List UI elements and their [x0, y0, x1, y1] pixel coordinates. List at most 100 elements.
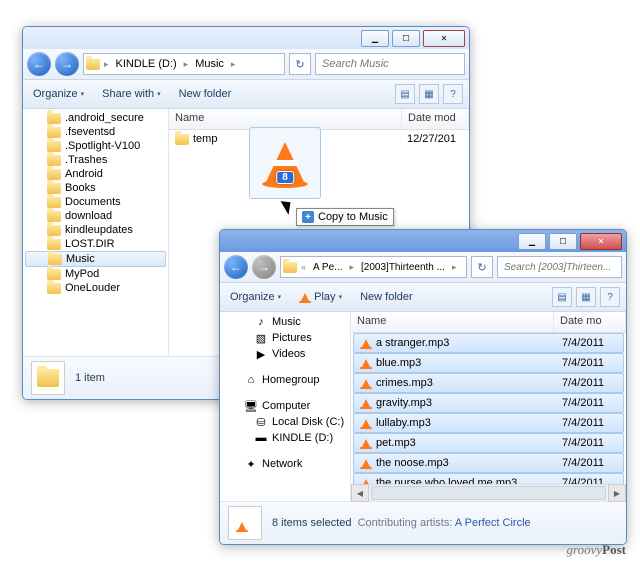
- search-input[interactable]: [502, 261, 617, 274]
- forward-button[interactable]: →: [252, 255, 276, 279]
- minimize-button[interactable]: ▁: [518, 233, 546, 250]
- col-name[interactable]: Name: [351, 312, 554, 332]
- search-box[interactable]: [497, 256, 622, 278]
- titlebar[interactable]: ▁ ☐ ✕: [220, 230, 626, 252]
- music-icon: ♪: [254, 315, 268, 329]
- new-folder-button[interactable]: New folder: [356, 289, 417, 305]
- organize-button[interactable]: Organize▾: [29, 86, 88, 102]
- file-row[interactable]: the noose.mp37/4/2011: [353, 453, 624, 473]
- file-row[interactable]: pet.mp37/4/2011: [353, 433, 624, 453]
- address-bar[interactable]: « A Pe... ▸ [2003]Thirteenth ... ▸: [280, 256, 467, 278]
- file-date: 7/4/2011: [556, 477, 610, 484]
- forward-button[interactable]: →: [55, 52, 79, 76]
- address-bar[interactable]: ▸ KINDLE (D:) ▸ Music ▸: [83, 53, 285, 75]
- maximize-button[interactable]: ☐: [549, 233, 577, 250]
- tree-item-label: .Trashes: [65, 154, 107, 166]
- col-date[interactable]: Date mod: [402, 109, 469, 129]
- tree-item[interactable]: .android_secure: [23, 111, 168, 125]
- file-row[interactable]: crimes.mp37/4/2011: [353, 373, 624, 393]
- col-name[interactable]: Name: [169, 109, 402, 129]
- watermark: groovyPost: [567, 542, 626, 558]
- vlc-cone-icon: [360, 377, 372, 389]
- chevron-right-icon: ▸: [347, 262, 356, 273]
- chevron-right-icon: ▸: [102, 59, 111, 70]
- minimize-button[interactable]: ▁: [361, 30, 389, 47]
- tree-item[interactable]: MyPod: [23, 267, 168, 281]
- folder-icon: [47, 269, 61, 280]
- sidebar-library-pictures[interactable]: ▧Pictures: [220, 330, 350, 346]
- column-header[interactable]: Name Date mo: [351, 312, 626, 333]
- col-date[interactable]: Date mo: [554, 312, 626, 332]
- back-button[interactable]: ←: [224, 255, 248, 279]
- refresh-button[interactable]: ↻: [471, 256, 493, 278]
- sidebar-homegroup[interactable]: ⌂Homegroup: [220, 372, 350, 388]
- file-list[interactable]: a stranger.mp37/4/2011blue.mp37/4/2011cr…: [351, 333, 626, 484]
- titlebar[interactable]: ▁ ☐ ✕: [23, 27, 469, 49]
- search-input[interactable]: [320, 57, 460, 71]
- breadcrumb[interactable]: KINDLE (D:): [113, 58, 180, 70]
- breadcrumb[interactable]: Music: [192, 58, 227, 70]
- refresh-button[interactable]: ↻: [289, 53, 311, 75]
- new-folder-button[interactable]: New folder: [175, 86, 236, 102]
- tree-item[interactable]: Documents: [23, 195, 168, 209]
- tree-item[interactable]: LOST.DIR: [23, 237, 168, 251]
- file-row[interactable]: blue.mp37/4/2011: [353, 353, 624, 373]
- tree-item[interactable]: kindleupdates: [23, 223, 168, 237]
- breadcrumb[interactable]: [2003]Thirteenth ...: [358, 262, 448, 273]
- tree-item[interactable]: OneLouder: [23, 281, 168, 295]
- sidebar-library-videos[interactable]: ▶Videos: [220, 346, 350, 362]
- close-button[interactable]: ✕: [423, 30, 465, 47]
- status-bar: 8 items selected Contributing artists: A…: [220, 501, 626, 544]
- share-with-button[interactable]: Share with▾: [98, 86, 165, 102]
- scroll-thumb[interactable]: [371, 486, 606, 500]
- sidebar-library-music[interactable]: ♪Music: [220, 314, 350, 330]
- help-button[interactable]: ?: [600, 287, 620, 307]
- navigation-tree[interactable]: .android_secure.fseventsd.Spotlight-V100…: [23, 109, 169, 356]
- breadcrumb[interactable]: A Pe...: [310, 262, 345, 273]
- folder-icon: [47, 211, 61, 222]
- sidebar-computer[interactable]: 🖥Computer: [220, 398, 350, 414]
- file-date: 7/4/2011: [556, 397, 610, 409]
- tree-item-label: .Spotlight-V100: [65, 140, 140, 152]
- file-row[interactable]: gravity.mp37/4/2011: [353, 393, 624, 413]
- tree-item-label: Android: [65, 168, 103, 180]
- scroll-left-button[interactable]: ◀: [351, 484, 369, 502]
- preview-pane-button[interactable]: ▦: [419, 84, 439, 104]
- tree-item[interactable]: Books: [23, 181, 168, 195]
- sidebar-drive-c[interactable]: ⛁Local Disk (C:): [220, 414, 350, 430]
- file-row[interactable]: temp12/27/201: [169, 130, 469, 148]
- preview-pane-button[interactable]: ▦: [576, 287, 596, 307]
- tree-item[interactable]: .Spotlight-V100: [23, 139, 168, 153]
- file-row[interactable]: the nurse who loved me.mp37/4/2011: [353, 473, 624, 484]
- play-button[interactable]: Play▾: [295, 289, 346, 305]
- tree-item[interactable]: Music: [25, 251, 166, 267]
- tree-item[interactable]: .fseventsd: [23, 125, 168, 139]
- view-button[interactable]: ▤: [552, 287, 572, 307]
- scroll-right-button[interactable]: ▶: [608, 484, 626, 502]
- tree-item[interactable]: download: [23, 209, 168, 223]
- tree-item[interactable]: .Trashes: [23, 153, 168, 167]
- file-row[interactable]: lullaby.mp37/4/2011: [353, 413, 624, 433]
- tree-item[interactable]: Android: [23, 167, 168, 181]
- file-date: 12/27/201: [401, 133, 462, 145]
- organize-button[interactable]: Organize▾: [226, 289, 285, 305]
- computer-icon: 🖥: [244, 399, 258, 413]
- folder-icon: [47, 155, 61, 166]
- file-row[interactable]: a stranger.mp37/4/2011: [353, 333, 624, 353]
- tree-item-label: OneLouder: [65, 282, 120, 294]
- maximize-button[interactable]: ☐: [392, 30, 420, 47]
- help-button[interactable]: ?: [443, 84, 463, 104]
- navigation-tree[interactable]: ♪Music ▧Pictures ▶Videos ⌂Homegroup 🖥Com…: [220, 312, 351, 501]
- close-button[interactable]: ✕: [580, 233, 622, 250]
- horizontal-scrollbar[interactable]: ◀ ▶: [351, 484, 626, 501]
- explorer-window-album[interactable]: ▁ ☐ ✕ ← → « A Pe... ▸ [2003]Thirteenth .…: [219, 229, 627, 545]
- details-thumb: [228, 506, 262, 540]
- sidebar-network[interactable]: ✦Network: [220, 456, 350, 472]
- search-box[interactable]: [315, 53, 465, 75]
- back-button[interactable]: ←: [27, 52, 51, 76]
- command-bar: Organize▾ Share with▾ New folder ▤ ▦ ?: [23, 80, 469, 109]
- homegroup-icon: ⌂: [244, 373, 258, 387]
- view-button[interactable]: ▤: [395, 84, 415, 104]
- sidebar-drive-kindle[interactable]: ▬KINDLE (D:): [220, 430, 350, 446]
- column-header[interactable]: Name Date mod: [169, 109, 469, 130]
